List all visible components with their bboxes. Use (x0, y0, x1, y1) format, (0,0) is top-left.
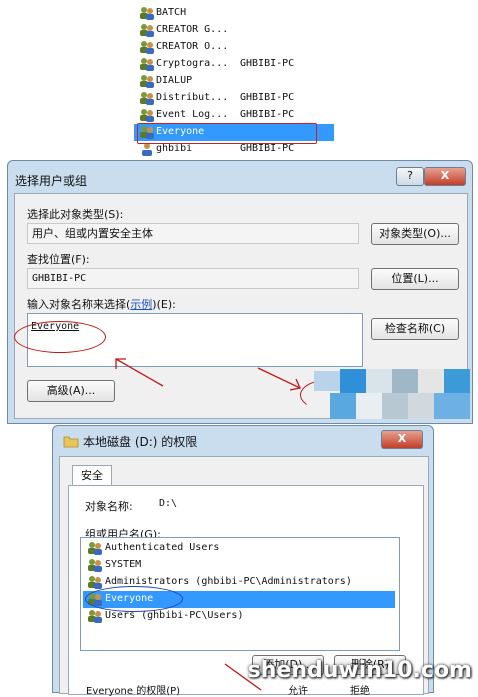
list-item-name: Distribut... (156, 92, 229, 103)
users-group-icon (140, 41, 154, 54)
user-list: BATCH CREATOR G... CREATOR O... Cryptogr… (134, 0, 352, 162)
users-group-icon (88, 610, 102, 623)
tab-security[interactable]: 安全 (72, 465, 112, 486)
list-item[interactable]: BATCH (134, 5, 334, 22)
check-names-button[interactable]: 检查名称(C) (371, 318, 459, 340)
examples-link[interactable]: 示例 (130, 298, 152, 311)
list-item-name: Everyone (156, 126, 205, 137)
list-item-selected[interactable]: Everyone (134, 124, 334, 141)
user-name: Authenticated Users (105, 542, 220, 553)
list-item-name: Cryptogra... (156, 58, 229, 69)
users-group-icon (140, 58, 154, 71)
blur-block (366, 369, 392, 393)
enter-names-label: 输入对象名称来选择(示例)(E): (27, 298, 176, 311)
list-item-selected[interactable]: Everyone (83, 591, 395, 608)
location-label: 查找位置(F): (27, 253, 90, 266)
blur-block (330, 393, 356, 419)
dialog-title: 本地磁盘 (D:) 的权限 (83, 435, 198, 449)
users-group-icon (88, 542, 102, 555)
user-name: SYSTEM (105, 559, 142, 570)
list-item[interactable]: DIALUP (134, 73, 334, 90)
blur-block (340, 369, 366, 393)
object-name-label: 对象名称: (85, 500, 133, 513)
select-users-dialog: 选择用户或组 ? X 选择此对象类型(S): 用户、组或内置安全主体 对象类型(… (7, 160, 473, 424)
list-item[interactable]: SYSTEM (83, 557, 395, 574)
watermark-text: shenduwin10.com (247, 658, 472, 683)
blur-block (392, 369, 418, 393)
users-group-icon (88, 559, 102, 572)
users-group-icon (140, 92, 154, 105)
list-item-name: CREATOR O... (156, 41, 229, 52)
blur-block (418, 369, 444, 393)
blur-block (444, 369, 470, 393)
users-group-icon (140, 126, 154, 139)
permissions-dialog: 本地磁盘 (D:) 的权限 X 安全 对象名称: D:\ 组或用户名(G): A… (52, 425, 434, 697)
entered-name-text: Everyone (31, 321, 80, 332)
list-item-name: BATCH (156, 7, 187, 18)
users-group-icon (88, 576, 102, 589)
user-name: Users (ghbibi-PC\Users) (105, 610, 244, 621)
help-button[interactable]: ? (396, 167, 424, 186)
dialog-title: 选择用户或组 (15, 174, 88, 188)
list-item[interactable]: Cryptogra... GHBIBI-PC (134, 56, 334, 73)
users-group-icon (140, 24, 154, 37)
list-item-name: Event Log... (156, 109, 229, 120)
annotation-arrow (115, 358, 164, 387)
users-group-icon (88, 593, 102, 606)
list-item[interactable]: Event Log... GHBIBI-PC (134, 107, 334, 124)
blur-block (434, 393, 470, 419)
list-item[interactable]: ghbibi GHBIBI-PC (134, 141, 334, 158)
close-button[interactable]: X (381, 430, 423, 449)
list-item[interactable]: Administrators (ghbibi-PC\Administrators… (83, 574, 395, 591)
user-name: Administrators (ghbibi-PC\Administrators… (105, 576, 352, 587)
user-icon (142, 143, 152, 156)
list-item[interactable]: CREATOR O... (134, 39, 334, 56)
group-user-list: Authenticated Users SYSTEM Administrator… (80, 537, 400, 651)
locations-button[interactable]: 位置(L)... (371, 268, 459, 290)
annotation-arrow (257, 367, 301, 391)
deny-column-header: 拒绝 (350, 686, 370, 697)
list-item-location: GHBIBI-PC (240, 58, 295, 69)
blur-block (314, 371, 340, 391)
close-button[interactable]: X (424, 167, 466, 186)
folder-icon (63, 436, 79, 448)
list-item-location: GHBIBI-PC (240, 92, 295, 103)
blur-block (408, 393, 434, 419)
list-item[interactable]: Authenticated Users (83, 540, 395, 557)
list-item-name: DIALUP (156, 75, 193, 86)
list-item-location: GHBIBI-PC (240, 109, 295, 120)
location-field: GHBIBI-PC (27, 268, 359, 289)
advanced-button[interactable]: 高级(A)... (27, 380, 115, 402)
users-group-icon (140, 7, 154, 20)
list-item-location: GHBIBI-PC (240, 143, 295, 154)
object-type-field: 用户、组或内置安全主体 (27, 223, 359, 244)
users-group-icon (140, 75, 154, 88)
list-item[interactable]: Distribut... GHBIBI-PC (134, 90, 334, 107)
permissions-for-label: Everyone 的权限(P) (86, 686, 181, 697)
list-item-name: ghbibi (156, 143, 193, 154)
object-types-button[interactable]: 对象类型(O)... (371, 223, 459, 245)
user-name: Everyone (105, 593, 154, 604)
object-names-input[interactable]: Everyone (27, 313, 363, 367)
object-name-value: D:\ (159, 498, 178, 509)
list-item[interactable]: CREATOR G... (134, 22, 334, 39)
list-item-name: CREATOR G... (156, 24, 229, 35)
users-group-icon (140, 109, 154, 122)
blur-block (356, 393, 382, 419)
object-type-label: 选择此对象类型(S): (27, 208, 124, 221)
list-item[interactable]: Users (ghbibi-PC\Users) (83, 608, 395, 625)
blur-block (382, 393, 408, 419)
allow-column-header: 允许 (288, 686, 308, 697)
